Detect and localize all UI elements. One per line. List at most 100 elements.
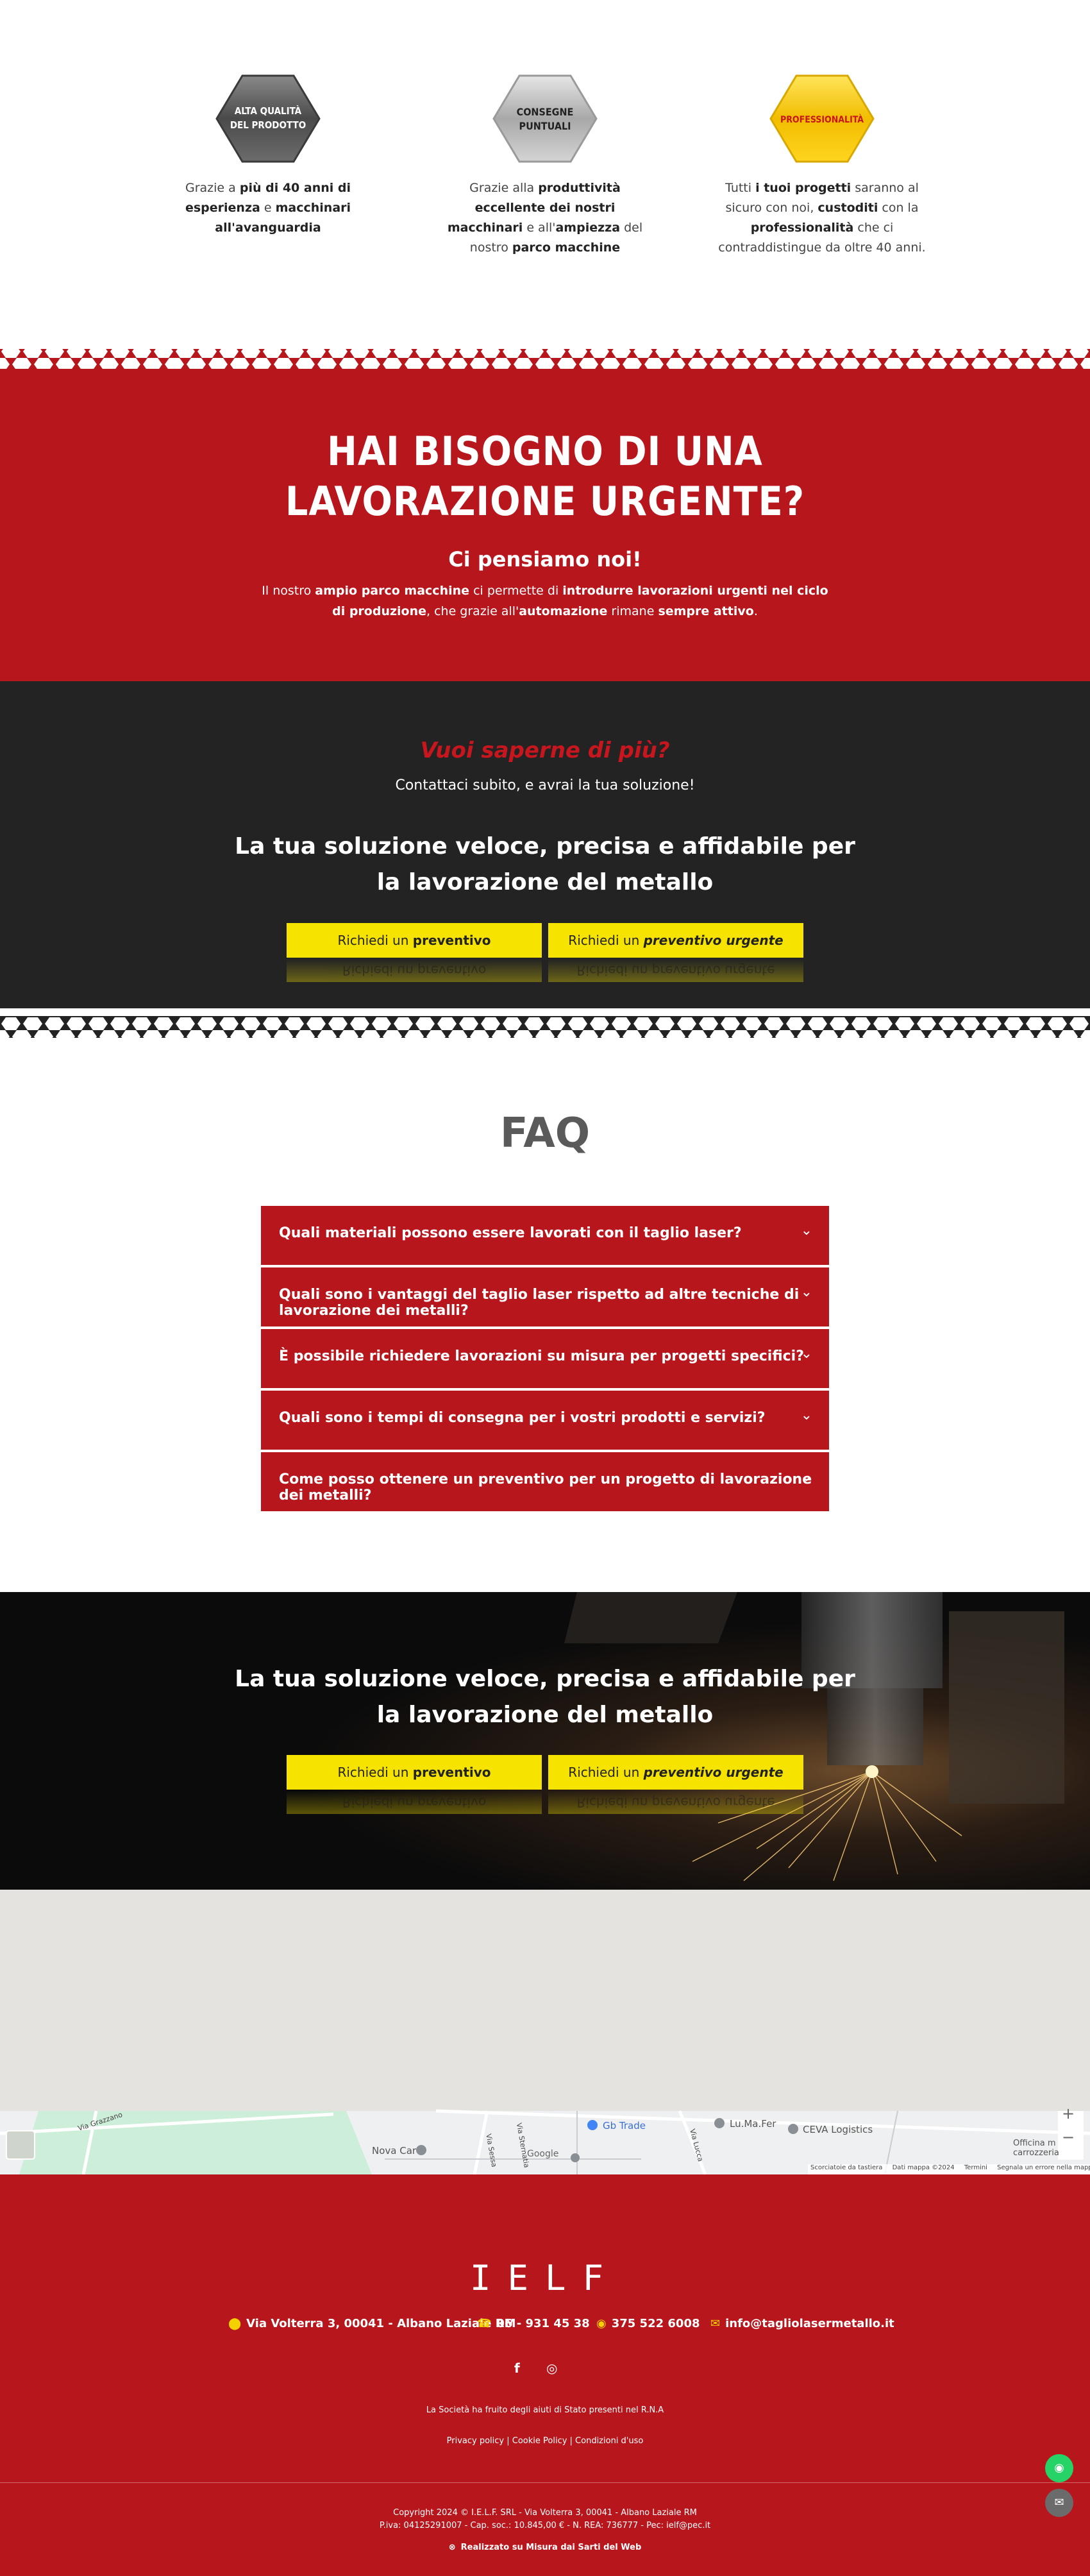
faq-item[interactable]: Quali sono i tempi di consegna per i vos… bbox=[261, 1391, 829, 1450]
faq-item[interactable]: Come posso ottenere un preventivo per un… bbox=[261, 1452, 829, 1511]
cta-question: Vuoi saperne di più? bbox=[420, 738, 670, 763]
email-float-button[interactable]: ✉ bbox=[1045, 2489, 1073, 2517]
quote-button-reflection: Richiedi un preventivo bbox=[287, 959, 542, 982]
quote-button[interactable]: Richiedi un preventivo bbox=[287, 923, 542, 958]
map-label-ceva: CEVA Logistics bbox=[803, 2124, 873, 2135]
feature-text: Grazie alla produttività eccellente dei … bbox=[447, 181, 643, 255]
google-logo: Google bbox=[527, 2149, 559, 2159]
urgent-subtitle: Ci pensiamo noi! bbox=[448, 547, 642, 572]
cta-section: Vuoi saperne di più? Contattaci subito, … bbox=[0, 681, 1090, 1008]
feature-text: Grazie a più di 40 anni di esperienza e … bbox=[185, 181, 351, 235]
delivery-badge-icon: CONSEGNE PUNTUALI bbox=[492, 74, 598, 163]
map-report-link[interactable]: Segnala un errore nella mappa bbox=[997, 2164, 1090, 2171]
feature-delivery: CONSEGNE PUNTUALI Grazie alla produttivi… bbox=[439, 71, 651, 258]
map-pin-icon: ⬤ bbox=[228, 2317, 242, 2330]
faq-section: FAQ Quali materiali possono essere lavor… bbox=[0, 1052, 1090, 1565]
map-shortcuts-link[interactable]: Scorciatoie da tastiera bbox=[810, 2164, 882, 2171]
laser-headline: La tua soluzione veloce, precisa e affid… bbox=[235, 1666, 855, 1728]
laser-quote-button-reflection: Richiedi un preventivo bbox=[287, 1791, 542, 1814]
feature-text: Tutti i tuoi progetti saranno al sicuro … bbox=[718, 181, 926, 255]
laser-urgent-quote-button-strong: preventivo urgente bbox=[643, 1765, 784, 1780]
fiscal-info: P.iva: 04125291007 - Cap. soc.: 10.845,0… bbox=[379, 2521, 711, 2530]
footer-address: ⬤ Via Volterra 3, 00041 - Albano Laziale … bbox=[228, 2317, 516, 2330]
whatsapp-text: 375 522 6008 bbox=[611, 2317, 700, 2330]
chevron-down-icon: ⌄ bbox=[800, 1469, 812, 1485]
ielf-logo[interactable]: IELF bbox=[0, 2258, 1090, 2298]
quote-button-strong: preventivo bbox=[412, 933, 491, 948]
map-label-novacar: Nova Car bbox=[372, 2145, 417, 2157]
faq-question: Quali materiali possono essere lavorati … bbox=[279, 1225, 742, 1241]
feature-quality: ALTA QUALITÀ DEL PRODOTTO Grazie a più d… bbox=[162, 71, 374, 238]
urgent-quote-button-prefix: Richiedi un bbox=[568, 933, 644, 948]
map-zoom-out-button[interactable]: − bbox=[1062, 2128, 1075, 2146]
sarti-logo-icon: ⊗ bbox=[448, 2543, 456, 2552]
copyright: Copyright 2024 © I.E.L.F. SRL - Via Volt… bbox=[393, 2508, 697, 2518]
urgent-quote-button-strong: preventivo urgente bbox=[643, 933, 784, 948]
map-label-gbtrade: Gb Trade bbox=[603, 2120, 646, 2131]
urgent-quote-button[interactable]: Richiedi un preventivo urgente bbox=[548, 923, 803, 958]
policy-links[interactable]: Privacy policy | Cookie Policy | Condizi… bbox=[0, 2436, 1090, 2446]
faq-question: È possibile richiedere lavorazioni su mi… bbox=[279, 1348, 804, 1364]
whatsapp-icon: ◉ bbox=[596, 2317, 607, 2330]
quality-badge-line2: DEL PRODOTTO bbox=[230, 119, 306, 131]
features-section: ALTA QUALITÀ DEL PRODOTTO Grazie a più d… bbox=[0, 0, 1090, 340]
faq-question: Come posso ottenere un preventivo per un… bbox=[279, 1471, 812, 1504]
phone-text: 06 - 931 45 38 bbox=[496, 2317, 590, 2330]
hexagon-divider-bottom bbox=[0, 1016, 1090, 1043]
faq-item[interactable]: È possibile richiedere lavorazioni su mi… bbox=[261, 1329, 829, 1388]
map-tiles bbox=[0, 1890, 1090, 2174]
chevron-down-icon: ⌄ bbox=[800, 1346, 812, 1362]
facebook-icon[interactable]: f bbox=[514, 2360, 520, 2376]
map-attribution: Scorciatoie da tastiera Dati mappa ©2024… bbox=[808, 2164, 1090, 2174]
map-label-lumafer: Lu.Ma.Fer bbox=[730, 2118, 776, 2130]
chevron-down-icon: ⌄ bbox=[800, 1284, 812, 1300]
quality-badge-line1: ALTA QUALITÀ bbox=[235, 105, 302, 117]
state-aid-note: La Società ha fruito degli aiuti di Stat… bbox=[426, 2405, 664, 2415]
map-embed[interactable]: Gb Trade Lu.Ma.Fer CEVA Logistics Nova C… bbox=[0, 1890, 1090, 2174]
urgent-title: HAI BISOGNO DI UNA LAVORAZIONE URGENTE? bbox=[285, 428, 805, 525]
laser-urgent-quote-button[interactable]: Richiedi un preventivo urgente bbox=[548, 1755, 803, 1790]
footer-divider bbox=[0, 2482, 1090, 2483]
professionalism-badge-icon: PROFESSIONALITÀ bbox=[769, 74, 875, 163]
instagram-icon[interactable]: ◎ bbox=[546, 2360, 557, 2376]
delivery-badge-line1: CONSEGNE bbox=[517, 106, 574, 118]
credit-line[interactable]: ⊗ Realizzato su Misura dai Sarti del Web bbox=[0, 2543, 1090, 2552]
chevron-down-icon: ⌄ bbox=[800, 1407, 812, 1423]
envelope-icon: ✉ bbox=[710, 2317, 721, 2330]
urgent-quote-button-reflection: Richiedi un preventivo urgente bbox=[548, 959, 803, 982]
map-label-officina: Officina m carrozzeria bbox=[1013, 2139, 1059, 2158]
footer-email[interactable]: ✉ info@tagliolasermetallo.it bbox=[710, 2317, 894, 2330]
faq-question: Quali sono i vantaggi del taglio laser r… bbox=[279, 1287, 800, 1319]
map-terms-link[interactable]: Termini bbox=[964, 2164, 987, 2171]
cta-headline: La tua soluzione veloce, precisa e affid… bbox=[235, 833, 855, 895]
hexagon-divider-top bbox=[0, 343, 1090, 371]
address-text: Via Volterra 3, 00041 - Albano Laziale R… bbox=[246, 2317, 516, 2330]
quote-button-prefix: Richiedi un bbox=[337, 933, 413, 948]
urgent-section: HAI BISOGNO DI UNA LAVORAZIONE URGENTE? … bbox=[0, 369, 1090, 681]
laser-urgent-quote-button-reflection: Richiedi un preventivo urgente bbox=[548, 1791, 803, 1814]
laser-cta-section: La tua soluzione veloce, precisa e affid… bbox=[0, 1592, 1090, 1890]
phone-icon: ☎ bbox=[477, 2317, 492, 2330]
faq-item[interactable]: Quali sono i vantaggi del taglio laser r… bbox=[261, 1267, 829, 1326]
map-data-text: Dati mappa ©2024 bbox=[892, 2164, 955, 2171]
laser-cutting-background-image bbox=[0, 1592, 1090, 1890]
map-zoom-in-button[interactable]: + bbox=[1062, 2105, 1075, 2123]
email-text: info@tagliolasermetallo.it bbox=[725, 2317, 894, 2330]
chevron-down-icon: ⌄ bbox=[800, 1223, 812, 1239]
footer-whatsapp[interactable]: ◉ 375 522 6008 bbox=[596, 2317, 700, 2330]
footer-phone[interactable]: ☎ 06 - 931 45 38 bbox=[477, 2317, 590, 2330]
urgent-text: Il nostro ampio parco macchine ci permet… bbox=[262, 584, 828, 618]
laser-quote-button[interactable]: Richiedi un preventivo bbox=[287, 1755, 542, 1790]
feature-professionalism: PROFESSIONALITÀ Tutti i tuoi progetti sa… bbox=[716, 71, 928, 258]
credit-text: Realizzato su Misura dai Sarti del Web bbox=[460, 2543, 642, 2552]
whatsapp-float-button[interactable]: ◉ bbox=[1045, 2454, 1073, 2482]
professionalism-badge-line1: PROFESSIONALITÀ bbox=[780, 114, 864, 125]
laser-quote-button-prefix: Richiedi un bbox=[337, 1765, 413, 1780]
laser-urgent-quote-button-prefix: Richiedi un bbox=[568, 1765, 644, 1780]
site-footer: IELF ⬤ Via Volterra 3, 00041 - Albano Laz… bbox=[0, 2174, 1090, 2576]
cta-subtext: Contattaci subito, e avrai la tua soluzi… bbox=[395, 777, 695, 793]
laser-quote-button-strong: preventivo bbox=[412, 1765, 491, 1780]
faq-item[interactable]: Quali materiali possono essere lavorati … bbox=[261, 1206, 829, 1265]
delivery-badge-line2: PUNTUALI bbox=[519, 120, 571, 132]
faq-title: FAQ bbox=[499, 1110, 591, 1157]
